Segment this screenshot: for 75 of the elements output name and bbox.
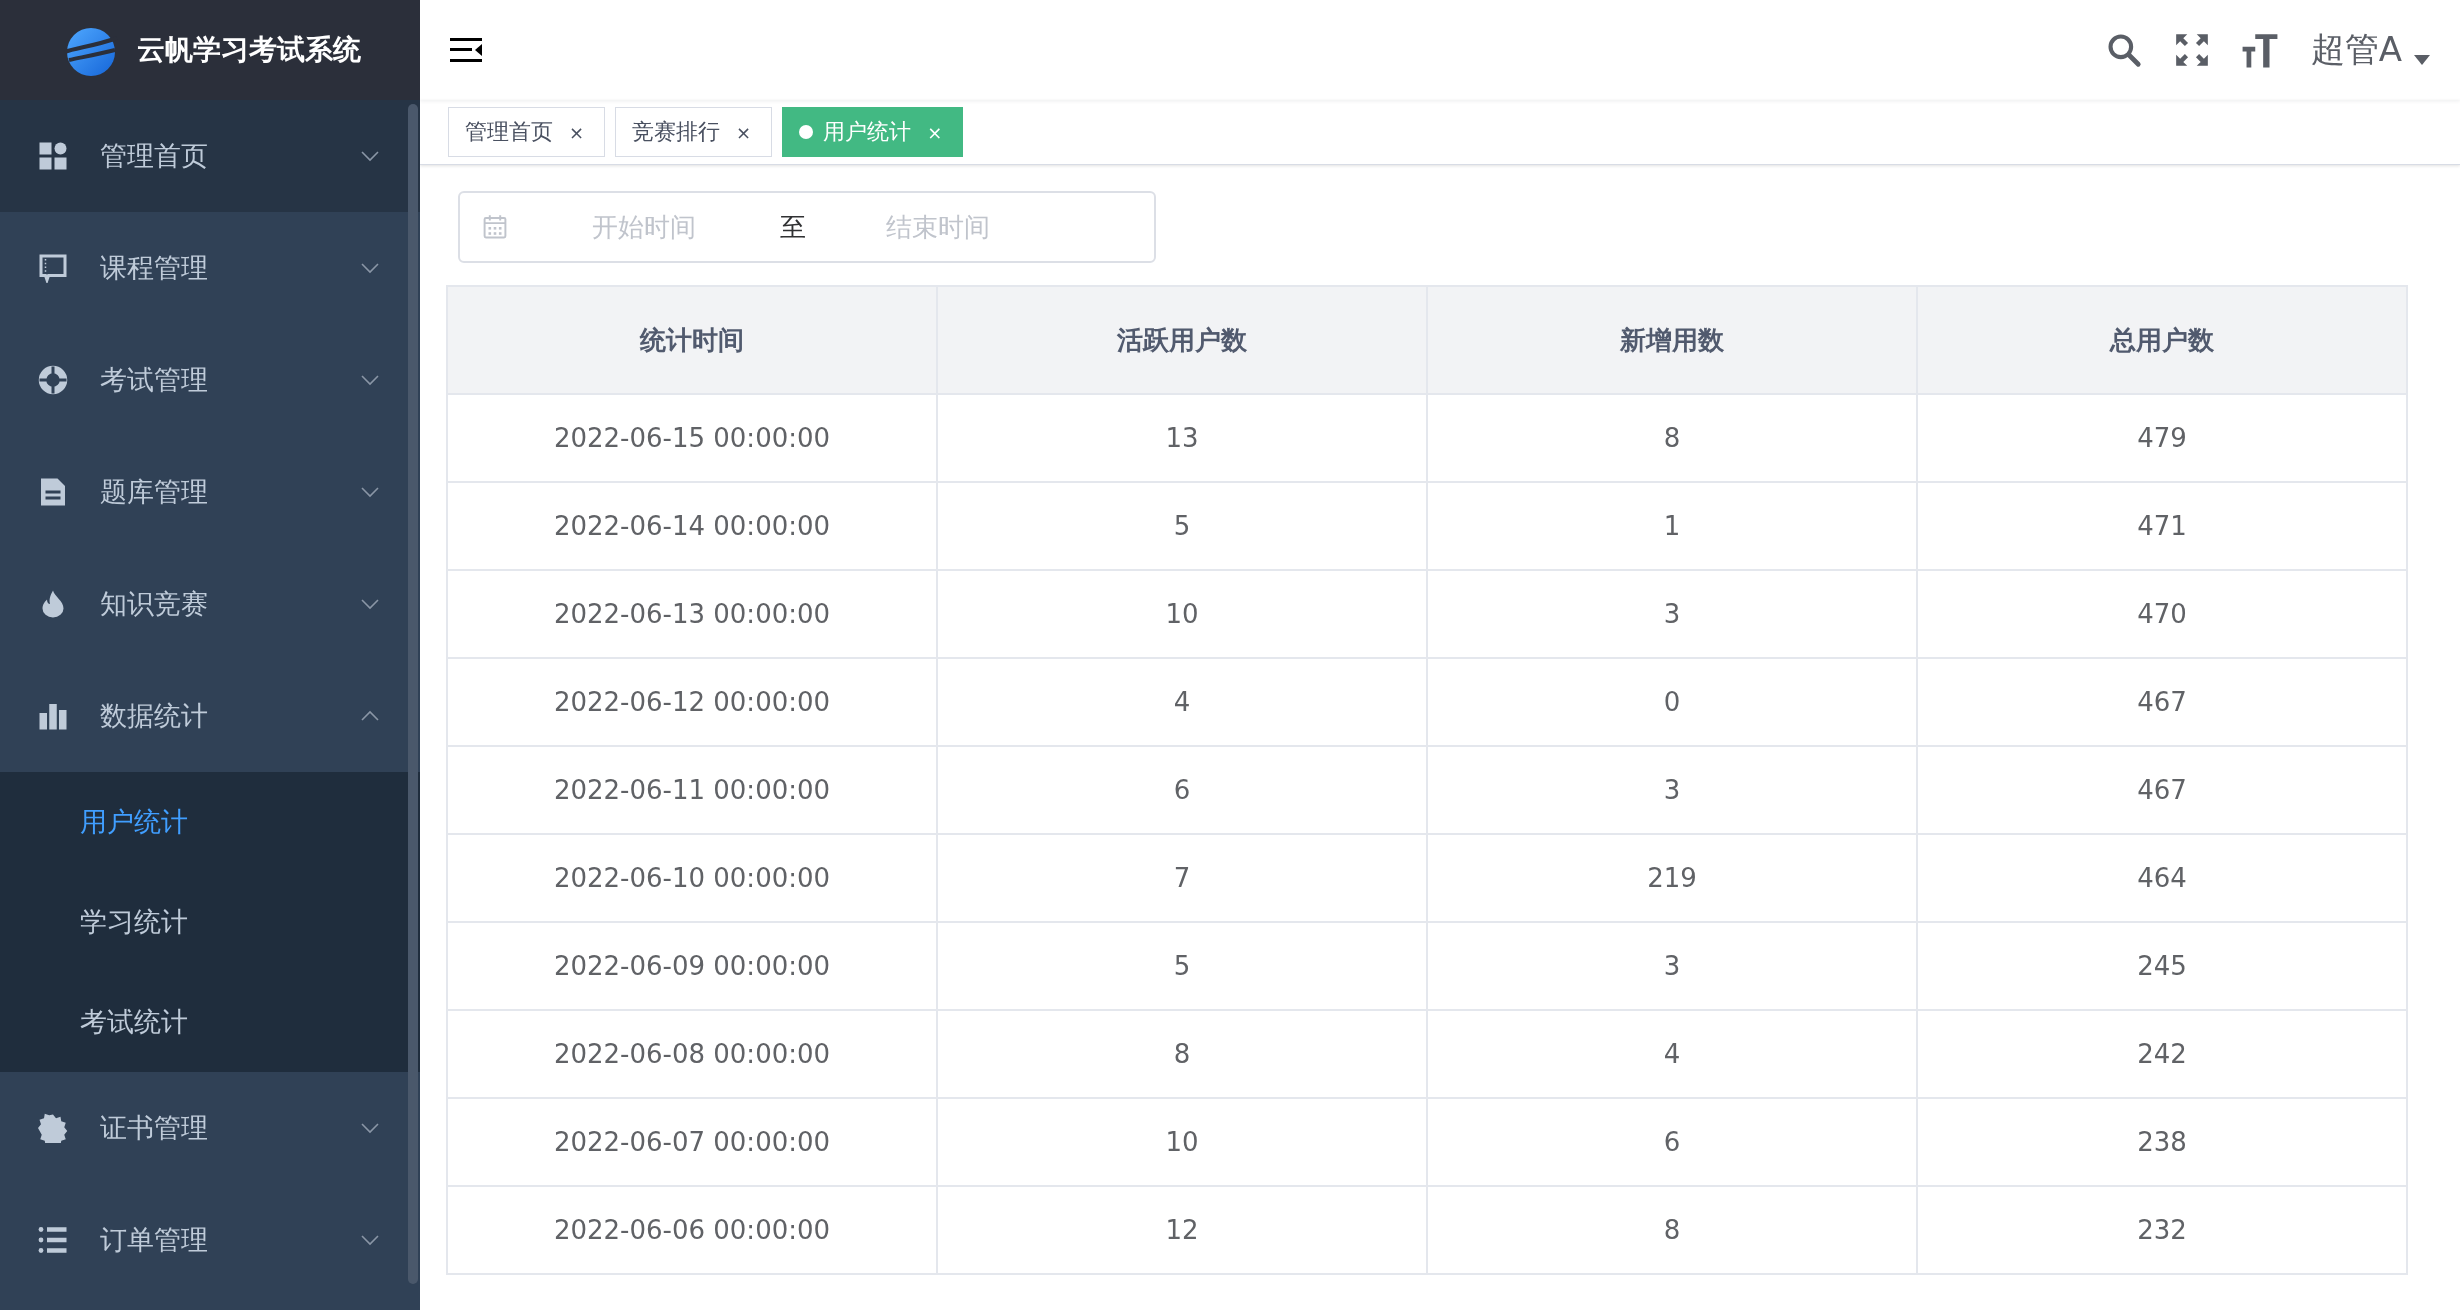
sidebar-menu-item[interactable]: 数据统计 <box>0 660 420 772</box>
table-cell: 467 <box>1917 746 2407 834</box>
menu-collapse-icon[interactable] <box>450 36 482 64</box>
date-range-field[interactable]: 开始时间 至 结束时间 <box>458 191 1156 263</box>
sidebar-menu-item[interactable]: 考试管理 <box>0 324 420 436</box>
table-cell: 2022-06-06 00:00:00 <box>447 1186 937 1274</box>
table-cell: 470 <box>1917 570 2407 658</box>
table-cell: 4 <box>937 658 1427 746</box>
table-cell: 3 <box>1427 570 1917 658</box>
page-tab[interactable]: 管理首页 × <box>448 107 606 157</box>
table-cell: 10 <box>937 570 1427 658</box>
scrollbar[interactable] <box>408 104 418 1284</box>
table-cell: 467 <box>1917 658 2407 746</box>
table-cell: 0 <box>1427 658 1917 746</box>
menu-item-icon <box>38 477 68 507</box>
menu-item-icon <box>38 1225 68 1255</box>
font-size-icon[interactable] <box>2240 31 2279 69</box>
table-cell: 242 <box>1917 1010 2407 1098</box>
menu-item-icon <box>38 365 68 395</box>
table-cell: 238 <box>1917 1098 2407 1186</box>
sidebar-menu-item[interactable]: 题库管理 <box>0 436 420 548</box>
column-header: 新增用数 <box>1427 286 1917 394</box>
table-cell: 1 <box>1427 482 1917 570</box>
menu-item-icon <box>38 253 68 283</box>
table-cell: 2022-06-10 00:00:00 <box>447 834 937 922</box>
app-title: 云帆学习考试系统 <box>137 32 361 68</box>
menu-item-icon <box>38 1113 68 1143</box>
table-cell: 2022-06-15 00:00:00 <box>447 394 937 482</box>
close-icon[interactable]: × <box>563 121 591 143</box>
active-dot-icon <box>799 125 814 139</box>
table-cell: 8 <box>1427 394 1917 482</box>
sidebar-submenu-item[interactable]: 考试统计 <box>0 972 420 1072</box>
table-cell: 2022-06-09 00:00:00 <box>447 922 937 1010</box>
sidebar-menu-item[interactable]: 管理首页 <box>0 100 420 212</box>
sidebar-menu-item[interactable]: 知识竞赛 <box>0 548 420 660</box>
table-cell: 464 <box>1917 834 2407 922</box>
table-cell: 2022-06-13 00:00:00 <box>447 570 937 658</box>
column-header: 统计时间 <box>447 286 937 394</box>
table-cell: 3 <box>1427 746 1917 834</box>
table-cell: 6 <box>937 746 1427 834</box>
table-cell: 13 <box>937 394 1427 482</box>
table-cell: 245 <box>1917 922 2407 1010</box>
user-name[interactable]: 超管A <box>2310 27 2402 73</box>
column-header: 总用户数 <box>1917 286 2407 394</box>
table-cell: 8 <box>937 1010 1427 1098</box>
table-cell: 8 <box>1427 1186 1917 1274</box>
table-cell: 5 <box>937 482 1427 570</box>
sidebar-menu-item[interactable]: 课程管理 <box>0 212 420 324</box>
table-cell: 3 <box>1427 922 1917 1010</box>
table-cell: 232 <box>1917 1186 2407 1274</box>
sidebar-menu-item[interactable]: 订单管理 <box>0 1184 420 1296</box>
table-cell: 2022-06-14 00:00:00 <box>447 482 937 570</box>
calendar-icon <box>482 214 508 240</box>
table-cell: 2022-06-08 00:00:00 <box>447 1010 937 1098</box>
table-cell: 4 <box>1427 1010 1917 1098</box>
table-cell: 5 <box>937 922 1427 1010</box>
menu-item-icon <box>38 141 68 171</box>
table-cell: 2022-06-11 00:00:00 <box>447 746 937 834</box>
table-cell: 10 <box>937 1098 1427 1186</box>
column-header: 活跃用户数 <box>937 286 1427 394</box>
caret-icon[interactable] <box>2414 55 2430 65</box>
table-cell: 219 <box>1427 834 1917 922</box>
sidebar-submenu-item[interactable]: 用户统计 <box>0 772 420 872</box>
page-tab[interactable]: 竞赛排行 × <box>615 107 773 157</box>
table-cell: 479 <box>1917 394 2407 482</box>
close-icon[interactable]: × <box>730 121 758 143</box>
table-cell: 6 <box>1427 1098 1917 1186</box>
table-cell: 7 <box>937 834 1427 922</box>
menu-item-icon <box>38 701 68 731</box>
table-cell: 2022-06-07 00:00:00 <box>447 1098 937 1186</box>
table-cell: 471 <box>1917 482 2407 570</box>
table-cell: 12 <box>937 1186 1427 1274</box>
sidebar-menu-item[interactable]: 证书管理 <box>0 1072 420 1184</box>
table-cell: 2022-06-12 00:00:00 <box>447 658 937 746</box>
sidebar-submenu-item[interactable]: 学习统计 <box>0 872 420 972</box>
